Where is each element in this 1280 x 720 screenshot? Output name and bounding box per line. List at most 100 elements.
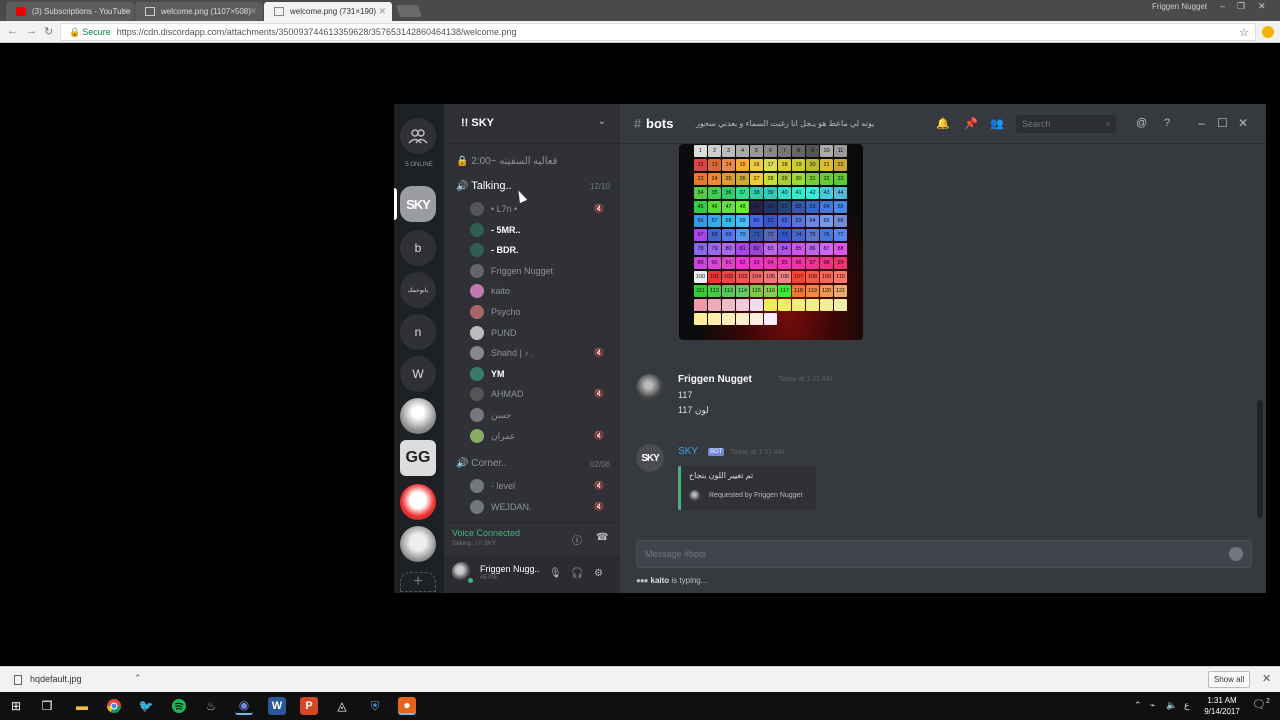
notification-icon[interactable]: 🗨 [1252, 698, 1266, 711]
new-tab-button[interactable] [395, 5, 423, 17]
minimize-icon[interactable]: – [1220, 1, 1225, 11]
color-swatch: 67 [694, 229, 707, 241]
chrome-icon[interactable] [105, 697, 123, 715]
url-field[interactable]: 🔒 Secure https://cdn.discordapp.com/attach… [60, 23, 1256, 41]
mentions-icon[interactable]: @ [1136, 117, 1147, 129]
maximize-icon[interactable]: ☐ [1217, 116, 1228, 130]
chevron-down-icon[interactable]: ⌄ [598, 116, 606, 127]
spotify-icon[interactable] [170, 697, 188, 715]
windows-start-icon[interactable]: ⊞ [7, 697, 25, 715]
voice-member[interactable]: Psycho [470, 304, 610, 322]
headphones-icon[interactable]: 🎧 [571, 568, 583, 579]
powerpoint-icon[interactable]: P [300, 697, 318, 715]
message-input[interactable] [645, 547, 1205, 561]
gear-icon[interactable]: ⚙ [594, 568, 603, 579]
word-icon[interactable]: W [268, 697, 286, 715]
add-server-button[interactable]: + [400, 572, 436, 592]
members-icon[interactable]: 👥 [990, 117, 1004, 130]
close-icon[interactable]: ✕ [378, 6, 386, 17]
voice-member[interactable]: - BDR. [470, 242, 610, 260]
emoji-icon[interactable] [1229, 547, 1243, 561]
voice-member[interactable]: PUND [470, 325, 610, 343]
typing-dots-icon: ●●● [636, 576, 648, 585]
file-explorer-icon[interactable]: ▬ [73, 697, 91, 715]
voice-member[interactable]: عمران 🔇 [470, 428, 610, 446]
bell-icon[interactable]: 🔔 [936, 117, 950, 130]
tab-title: welcome.png (731×190) [290, 7, 377, 16]
voice-channel-talking[interactable]: 🔊 Talking.. 12/10 [456, 180, 620, 196]
reload-icon[interactable]: ↻ [44, 25, 53, 38]
help-icon[interactable]: ? [1164, 117, 1170, 129]
app-orange-icon[interactable]: ● [398, 697, 416, 715]
back-icon[interactable]: ← [7, 25, 18, 37]
voice-member-name: - level [491, 481, 516, 491]
tab-welcome-1[interactable]: welcome.png (1107×508) ✕ [135, 2, 263, 21]
color-swatch: 37 [736, 187, 749, 199]
voice-member[interactable]: • L7n • 🔇 [470, 201, 610, 219]
server-avatar-1[interactable] [400, 398, 436, 434]
avatar[interactable]: SKY [636, 444, 664, 472]
friends-icon[interactable] [400, 118, 436, 154]
show-all-button[interactable]: Show all [1208, 671, 1250, 688]
restore-icon[interactable]: ❐ [1237, 1, 1245, 12]
voice-member[interactable]: WEJDAN. 🔇 [470, 499, 610, 517]
voice-member[interactable]: kaito [470, 283, 610, 301]
shield-icon[interactable]: ⛨ [366, 697, 384, 715]
server-avatar-3[interactable] [400, 526, 436, 562]
voice-member[interactable]: Shahd | ♪ . 🔇 [470, 345, 610, 363]
forward-icon[interactable]: → [26, 25, 37, 37]
tab-welcome-2[interactable]: welcome.png (731×190) ✕ [264, 2, 392, 21]
scrollbar[interactable] [1257, 400, 1263, 518]
message-author[interactable]: Friggen Nugget [678, 374, 752, 385]
server-arabic[interactable]: بابوحمك [400, 272, 436, 308]
server-w[interactable]: W [400, 356, 436, 392]
discord-icon[interactable]: ◉ [235, 697, 253, 715]
app-icon[interactable]: ◬ [333, 697, 351, 715]
close-icon[interactable]: ✕ [120, 6, 128, 17]
close-window-icon[interactable]: ✕ [1258, 1, 1266, 12]
voice-member[interactable]: حسن [470, 407, 610, 425]
disconnect-icon[interactable]: ☎ [596, 532, 608, 543]
network-icon[interactable]: ⌁ [1150, 700, 1155, 711]
extension-icon[interactable] [1262, 26, 1274, 38]
pin-icon[interactable]: 📌 [964, 117, 978, 130]
steam-icon[interactable]: ♨ [202, 697, 220, 715]
avatar[interactable] [636, 374, 664, 402]
channel-item[interactable]: 🔒 2:00~ فعاليه السفينه [456, 156, 557, 172]
close-icon[interactable]: ✕ [1262, 672, 1271, 685]
chevron-up-icon[interactable]: ⌃ [134, 673, 142, 684]
voice-member[interactable]: - 5MR.. [470, 222, 610, 240]
server-n[interactable]: n [400, 314, 436, 350]
chevron-up-icon[interactable]: ⌃ [1134, 700, 1142, 711]
download-item[interactable]: hqdefault.jpg [14, 674, 82, 685]
task-view-icon[interactable]: ❒ [38, 697, 56, 715]
voice-member[interactable]: - level 🔇 [470, 478, 610, 496]
language-icon[interactable]: ع [1184, 700, 1189, 711]
server-b[interactable]: b [400, 230, 436, 266]
server-sky[interactable]: SKY [400, 186, 436, 222]
minimize-icon[interactable]: – [1198, 116, 1205, 130]
voice-member[interactable]: Friggen Nugget [470, 263, 610, 281]
close-icon[interactable]: ✕ [249, 6, 257, 17]
color-swatch: 76 [820, 229, 833, 241]
system-clock[interactable]: 1:31 AM 9/14/2017 [1200, 695, 1244, 717]
message-author[interactable]: SKY [678, 446, 698, 457]
search-input[interactable]: Search ⌕ [1016, 115, 1116, 133]
color-grid-image[interactable]: 1 2 3 4 5 6 7 8 9 10 11 12 13 14 15 16 17 18 19 20 21 22 23 24 2… [679, 144, 863, 340]
server-gg[interactable]: GG [400, 440, 436, 476]
voice-member[interactable]: AHMAD 🔇 [470, 386, 610, 404]
server-avatar-2[interactable] [400, 484, 436, 520]
color-swatch: 7 [778, 145, 791, 157]
microphone-icon[interactable]: 🎙 [549, 568, 562, 579]
voice-member[interactable]: YM [470, 366, 610, 384]
color-swatch: 38 [750, 187, 763, 199]
voice-channel-corner[interactable]: 🔊 Corner.. 02/06 [456, 458, 620, 474]
profile-name[interactable]: Friggen Nugget [1152, 2, 1207, 11]
tab-youtube[interactable]: (3) Subscriptions - YouTube ✕ [6, 2, 134, 21]
close-icon[interactable]: ✕ [1238, 116, 1248, 130]
server-header[interactable]: !! SKY ⌄ [444, 104, 620, 144]
star-icon[interactable]: ☆ [1239, 26, 1249, 39]
volume-icon[interactable]: 🔈 [1166, 700, 1177, 711]
twitter-icon[interactable]: 🐦 [137, 697, 155, 715]
info-icon[interactable]: ⓘ [572, 532, 582, 547]
